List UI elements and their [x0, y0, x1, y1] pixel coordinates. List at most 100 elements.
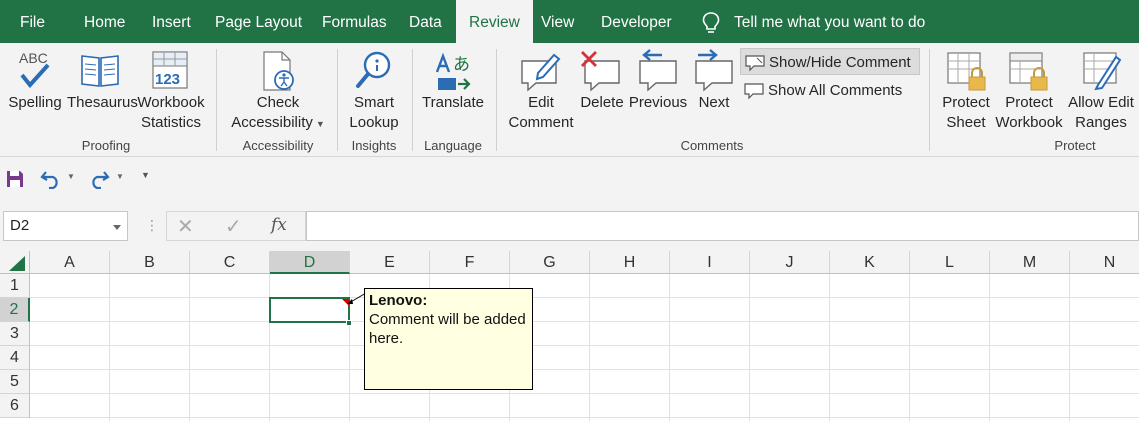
check-accessibility-button[interactable]: Check Accessibility ▼: [226, 93, 330, 134]
tab-file[interactable]: File: [20, 0, 45, 43]
smart-lookup-icon[interactable]: [355, 50, 393, 92]
edit-comment-label-2: Comment: [508, 114, 574, 131]
tab-insert[interactable]: Insert: [152, 0, 191, 43]
spelling-icon[interactable]: ABC: [16, 49, 56, 93]
row-header-6[interactable]: 6: [0, 394, 30, 418]
previous-comment-button[interactable]: Previous: [628, 93, 688, 113]
smart-lookup-button[interactable]: Smart Lookup: [342, 93, 406, 133]
comments-icon: [744, 83, 764, 100]
protect-workbook-button[interactable]: Protect Workbook: [993, 93, 1065, 133]
ribbon-review: ABC Spelling Thesaurus 123 Workbook Stat…: [0, 43, 1139, 157]
workbook-statistics-button[interactable]: Workbook Statistics: [136, 93, 206, 133]
insert-function-button[interactable]: fx: [271, 215, 287, 235]
edit-comment-button[interactable]: Edit Comment: [504, 93, 578, 133]
column-header-e[interactable]: E: [350, 251, 430, 274]
tab-developer[interactable]: Developer: [601, 0, 672, 43]
redo-icon[interactable]: [88, 169, 110, 189]
edit-comment-icon[interactable]: [518, 49, 562, 93]
column-header-f[interactable]: F: [430, 251, 510, 274]
column-header-n[interactable]: N: [1070, 251, 1139, 274]
tab-home[interactable]: Home: [84, 0, 125, 43]
gridline: [30, 345, 1139, 346]
protect-sheet-icon[interactable]: [946, 51, 986, 91]
active-cell-d2[interactable]: [269, 297, 350, 323]
customize-qat-icon[interactable]: ▼: [141, 170, 150, 180]
undo-dropdown-icon[interactable]: ▼: [67, 172, 75, 181]
comment-box[interactable]: Lenovo: Comment will be added here.: [364, 288, 533, 390]
tab-data[interactable]: Data: [409, 0, 442, 43]
previous-comment-icon[interactable]: [636, 49, 680, 93]
protect-workbook-icon[interactable]: [1008, 51, 1048, 91]
group-label-protect: Protect: [1054, 138, 1096, 153]
drag-handle-icon[interactable]: ⋮: [145, 217, 159, 234]
select-all-button[interactable]: [0, 251, 30, 274]
comment-text: Comment will be added here.: [369, 311, 526, 347]
next-comment-icon[interactable]: [692, 49, 736, 93]
show-hide-comment-button[interactable]: Show/Hide Comment: [740, 48, 920, 75]
check-accessibility-icon[interactable]: [260, 50, 296, 92]
show-all-comments-label: Show All Comments: [768, 82, 903, 99]
check-accessibility-label-1: Check: [256, 94, 300, 111]
row-header-1[interactable]: 1: [0, 274, 30, 298]
tab-page-layout[interactable]: Page Layout: [215, 0, 302, 43]
delete-comment-icon[interactable]: [579, 49, 623, 93]
column-header-d[interactable]: D: [270, 251, 350, 274]
column-header-h[interactable]: H: [590, 251, 670, 274]
formula-bar: D2 ⋮ ✕ ✓ fx: [0, 203, 1139, 251]
formula-input[interactable]: [306, 211, 1139, 241]
spelling-button[interactable]: Spelling: [7, 93, 63, 113]
row-header-4[interactable]: 4: [0, 346, 30, 370]
group-separator: [412, 49, 413, 151]
undo-icon[interactable]: [40, 169, 62, 189]
group-separator: [496, 49, 497, 151]
workbook-statistics-label-1: Workbook: [137, 94, 205, 111]
column-header-k[interactable]: K: [830, 251, 910, 274]
group-separator: [337, 49, 338, 151]
delete-comment-button[interactable]: Delete: [577, 93, 627, 113]
allow-edit-ranges-button[interactable]: Allow Edit Ranges: [1064, 93, 1138, 133]
allow-edit-ranges-label-2: Ranges: [1075, 114, 1127, 131]
save-icon[interactable]: [6, 170, 24, 188]
fill-handle[interactable]: [346, 320, 352, 326]
thesaurus-button[interactable]: Thesaurus: [67, 93, 138, 113]
translate-icon[interactable]: あ: [434, 50, 474, 92]
allow-edit-ranges-icon[interactable]: [1082, 51, 1122, 91]
name-box[interactable]: D2: [3, 211, 128, 241]
formula-buttons: ✕ ✓ fx: [166, 211, 306, 241]
gridline: [30, 321, 1139, 322]
edit-comment-label-1: Edit: [528, 94, 554, 111]
next-comment-button[interactable]: Next: [692, 93, 736, 113]
chevron-down-icon[interactable]: [113, 225, 121, 230]
redo-dropdown-icon[interactable]: ▼: [116, 172, 124, 181]
workbook-statistics-label-2: Statistics: [140, 114, 201, 131]
tab-review[interactable]: Review: [456, 0, 533, 43]
column-header-i[interactable]: I: [670, 251, 750, 274]
column-header-b[interactable]: B: [110, 251, 190, 274]
svg-text:ABC: ABC: [19, 50, 48, 66]
tell-me-search[interactable]: Tell me what you want to do: [734, 0, 925, 43]
workbook-statistics-icon[interactable]: 123: [151, 50, 189, 90]
protect-workbook-label-1: Protect: [1005, 94, 1053, 111]
translate-button[interactable]: Translate: [420, 93, 486, 113]
gridline: [30, 297, 1139, 298]
column-header-j[interactable]: J: [750, 251, 830, 274]
column-header-m[interactable]: M: [990, 251, 1070, 274]
row-header-5[interactable]: 5: [0, 370, 30, 394]
show-all-comments-button[interactable]: Show All Comments: [740, 77, 920, 104]
cancel-icon[interactable]: ✕: [177, 214, 194, 239]
column-header-c[interactable]: C: [190, 251, 270, 274]
svg-text:あ: あ: [453, 55, 470, 75]
row-header-2[interactable]: 2: [0, 298, 30, 322]
comment-author: Lenovo:: [369, 292, 428, 309]
protect-sheet-button[interactable]: Protect Sheet: [938, 93, 994, 133]
book-icon[interactable]: [80, 52, 120, 88]
lightbulb-icon[interactable]: [700, 11, 722, 35]
enter-checkmark-icon[interactable]: ✓: [225, 214, 242, 239]
column-header-g[interactable]: G: [510, 251, 590, 274]
row-header-3[interactable]: 3: [0, 322, 30, 346]
column-header-a[interactable]: A: [30, 251, 110, 274]
tab-formulas[interactable]: Formulas: [322, 0, 387, 43]
group-label-language: Language: [424, 138, 482, 153]
tab-view[interactable]: View: [541, 0, 574, 43]
column-header-l[interactable]: L: [910, 251, 990, 274]
